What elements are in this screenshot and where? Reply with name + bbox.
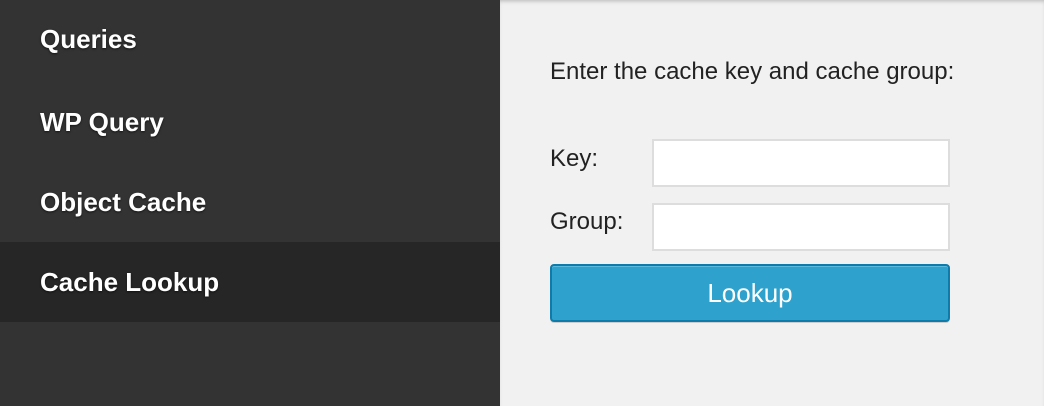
lookup-button[interactable]: Lookup (550, 264, 950, 322)
sidebar: Queries WP Query Object Cache Cache Look… (0, 0, 500, 406)
key-input[interactable] (652, 139, 950, 187)
sidebar-item-wp-query[interactable]: WP Query (0, 82, 500, 162)
sidebar-item-cache-lookup[interactable]: Cache Lookup (0, 242, 500, 322)
group-input[interactable] (652, 203, 950, 251)
instructions-text: Enter the cache key and cache group: (550, 58, 955, 85)
sidebar-item-label: Object Cache (40, 186, 207, 217)
sidebar-item-label: Cache Lookup (40, 266, 220, 297)
group-label: Group: (550, 208, 624, 235)
sidebar-item-label: WP Query (40, 106, 164, 137)
sidebar-item-object-cache[interactable]: Object Cache (0, 162, 500, 242)
sidebar-item-queries[interactable]: Queries (0, 0, 500, 82)
app-window: Queries WP Query Object Cache Cache Look… (0, 0, 1044, 406)
sidebar-item-label: Queries (40, 23, 137, 54)
main-panel: Enter the cache key and cache group: Key… (500, 0, 1044, 406)
key-label: Key: (550, 145, 599, 172)
